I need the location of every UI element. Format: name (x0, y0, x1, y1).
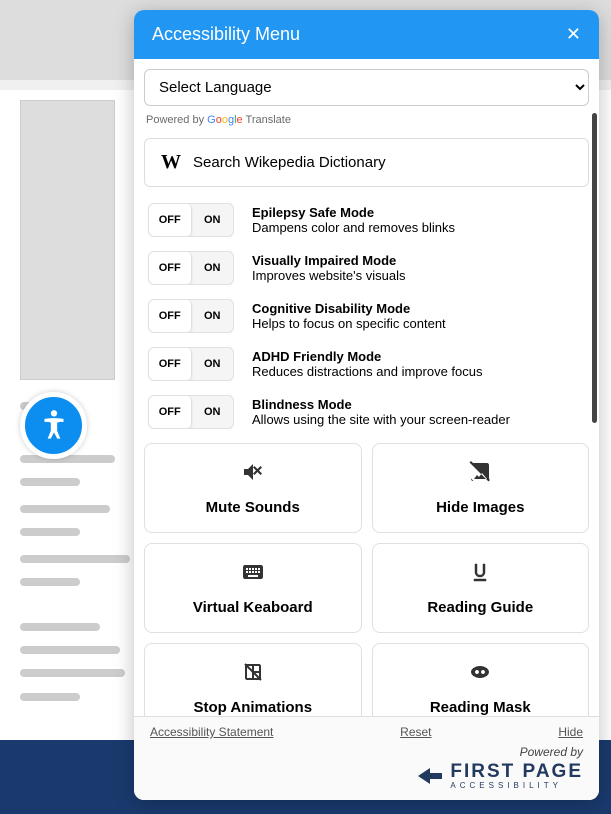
accessibility-launcher-button[interactable] (20, 392, 87, 459)
mute-icon (241, 460, 265, 489)
wikipedia-placeholder: Search Wikepedia Dictionary (193, 154, 386, 171)
toggle-row: OFFON Blindness ModeAllows using the site… (144, 395, 589, 429)
toggle-off[interactable]: OFF (149, 396, 192, 428)
tile-label: Mute Sounds (206, 499, 300, 516)
tile-label: Reading Guide (427, 599, 533, 616)
stop-animations-icon (241, 660, 265, 689)
powered-by-translate: Powered by Google Translate (144, 106, 589, 138)
feature-tile[interactable]: Reading Mask (372, 643, 590, 716)
tile-label: Stop Animations (193, 699, 312, 716)
hide-image-icon (468, 460, 492, 489)
toggle-text: Cognitive Disability ModeHelps to focus … (252, 301, 585, 331)
toggle-switch[interactable]: OFFON (148, 203, 234, 237)
toggle-row: OFFON Epilepsy Safe ModeDampens color and… (144, 203, 589, 237)
toggle-switch[interactable]: OFFON (148, 347, 234, 381)
feature-tile[interactable]: Reading Guide (372, 543, 590, 633)
tile-label: Reading Mask (430, 699, 531, 716)
close-icon[interactable]: ✕ (566, 24, 581, 45)
scrollbar[interactable] (592, 113, 597, 423)
brand-arrow-icon (416, 766, 444, 786)
toggle-switch[interactable]: OFFON (148, 299, 234, 333)
accessibility-statement-link[interactable]: Accessibility Statement (150, 725, 273, 739)
toggle-off[interactable]: OFF (149, 300, 192, 332)
toggle-row: OFFON Visually Impaired ModeImproves webs… (144, 251, 589, 285)
tile-label: Virtual Keaboard (193, 599, 313, 616)
feature-tile[interactable]: Hide Images (372, 443, 590, 533)
modal-footer: Accessibility Statement Reset Hide Power… (134, 716, 599, 800)
feature-tile[interactable]: Stop Animations (144, 643, 362, 716)
wikipedia-icon: W (161, 151, 181, 174)
first-page-brand: FIRST PAGE ACCESSIBILITY (150, 761, 583, 790)
toggle-off[interactable]: OFF (149, 204, 192, 236)
underline-icon (468, 560, 492, 589)
toggle-row: OFFON ADHD Friendly ModeReduces distracti… (144, 347, 589, 381)
wikipedia-search[interactable]: W Search Wikepedia Dictionary (144, 138, 589, 187)
toggle-switch[interactable]: OFFON (148, 251, 234, 285)
mask-icon (468, 660, 492, 689)
toggle-text: Visually Impaired ModeImproves website's… (252, 253, 585, 283)
modal-body[interactable]: Select Language Powered by Google Transl… (134, 59, 599, 716)
powered-by-label: Powered by (150, 745, 583, 759)
toggle-on[interactable]: ON (192, 204, 234, 236)
toggle-text: Blindness ModeAllows using the site with… (252, 397, 585, 427)
language-select[interactable]: Select Language (144, 69, 589, 106)
toggle-switch[interactable]: OFFON (148, 395, 234, 429)
toggle-text: ADHD Friendly ModeReduces distractions a… (252, 349, 585, 379)
feature-tile[interactable]: Virtual Keaboard (144, 543, 362, 633)
hide-link[interactable]: Hide (558, 725, 583, 739)
accessibility-modal: Accessibility Menu ✕ Select Language Pow… (134, 10, 599, 800)
reset-link[interactable]: Reset (400, 725, 431, 739)
toggle-on[interactable]: ON (192, 300, 234, 332)
toggle-off[interactable]: OFF (149, 252, 192, 284)
keyboard-icon (241, 560, 265, 589)
modal-title: Accessibility Menu (152, 24, 300, 45)
tile-label: Hide Images (436, 499, 524, 516)
toggle-on[interactable]: ON (192, 396, 234, 428)
toggle-on[interactable]: ON (192, 252, 234, 284)
toggle-row: OFFON Cognitive Disability ModeHelps to f… (144, 299, 589, 333)
toggle-text: Epilepsy Safe ModeDampens color and remo… (252, 205, 585, 235)
toggle-off[interactable]: OFF (149, 348, 192, 380)
modal-header: Accessibility Menu ✕ (134, 10, 599, 59)
feature-tile[interactable]: Mute Sounds (144, 443, 362, 533)
toggle-on[interactable]: ON (192, 348, 234, 380)
